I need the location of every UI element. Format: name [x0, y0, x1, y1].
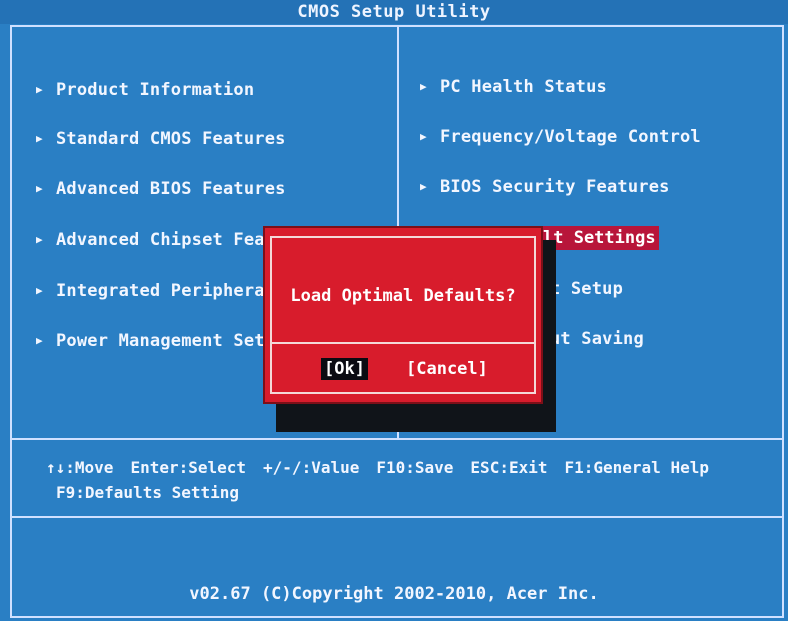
menu-item-label: BIOS Security Features	[440, 177, 670, 197]
menu-item-exit-without-saving-partial[interactable]: ut Saving	[550, 329, 644, 349]
menu-item-power-management-setup[interactable]: ▶ Power Management Setu	[36, 331, 275, 351]
menu-item-integrated-peripherals[interactable]: ▶ Integrated Peripheral	[36, 281, 275, 301]
menu-item-label: Advanced Chipset Feat	[56, 230, 276, 250]
right-arrow-icon: ▶	[420, 80, 427, 93]
menu-item-label: Advanced BIOS Features	[56, 179, 286, 199]
menu-item-set-password-partial[interactable]: t Setup	[550, 279, 623, 299]
menu-item-advanced-chipset-features[interactable]: ▶ Advanced Chipset Feat	[36, 230, 275, 250]
right-arrow-icon: ▶	[36, 132, 43, 145]
menu-item-product-information[interactable]: ▶ Product Information	[36, 80, 254, 100]
menu-item-frequency-voltage-control[interactable]: ▶ Frequency/Voltage Control	[420, 127, 701, 147]
help-exit: ESC:Exit	[470, 458, 548, 477]
copyright-footer: v02.67 (C)Copyright 2002-2010, Acer Inc.	[189, 584, 599, 604]
menu-item-load-optimal-defaults-selected[interactable]: lt Settings	[540, 226, 659, 250]
dialog-question: Load Optimal Defaults?	[290, 286, 516, 306]
ok-button[interactable]: [Ok]	[321, 358, 368, 380]
menu-item-label: PC Health Status	[440, 77, 607, 97]
confirm-dialog: Load Optimal Defaults? [Ok] [Cancel]	[263, 226, 543, 404]
menu-item-label: Power Management Setu	[56, 331, 276, 351]
menu-bottom-divider	[10, 438, 784, 440]
help-general: F1:General Help	[564, 458, 709, 477]
right-arrow-icon: ▶	[36, 334, 43, 347]
menu-item-standard-cmos-features[interactable]: ▶ Standard CMOS Features	[36, 129, 286, 149]
help-value: +/-/:Value	[263, 458, 360, 477]
right-arrow-icon: ▶	[420, 130, 427, 143]
right-arrow-icon: ▶	[36, 182, 43, 195]
menu-item-advanced-bios-features[interactable]: ▶ Advanced BIOS Features	[36, 179, 286, 199]
right-arrow-icon: ▶	[36, 83, 43, 96]
right-arrow-icon: ▶	[420, 180, 427, 193]
menu-item-label: Integrated Peripheral	[56, 281, 276, 301]
right-arrow-icon: ▶	[36, 284, 43, 297]
help-bottom-divider	[10, 516, 784, 518]
help-save: F10:Save	[376, 458, 454, 477]
menu-item-pc-health-status[interactable]: ▶ PC Health Status	[420, 77, 607, 97]
title-bar: CMOS Setup Utility	[0, 0, 788, 24]
menu-item-label: Product Information	[56, 80, 255, 100]
bios-screen: CMOS Setup Utility ▶ Product Information …	[0, 0, 788, 621]
help-move: ↑↓:Move	[46, 458, 114, 477]
menu-item-bios-security-features[interactable]: ▶ BIOS Security Features	[420, 177, 670, 197]
menu-item-label: Frequency/Voltage Control	[440, 127, 701, 147]
menu-item-label: Standard CMOS Features	[56, 129, 286, 149]
right-arrow-icon: ▶	[36, 233, 43, 246]
cancel-button[interactable]: [Cancel]	[403, 358, 491, 380]
help-line-2: F9:Defaults Setting	[56, 483, 240, 502]
dialog-divider	[272, 342, 534, 344]
help-line-1: ↑↓:Move Enter:Select +/-/:Value F10:Save ESC…	[46, 458, 726, 477]
help-enter: Enter:Select	[130, 458, 247, 477]
